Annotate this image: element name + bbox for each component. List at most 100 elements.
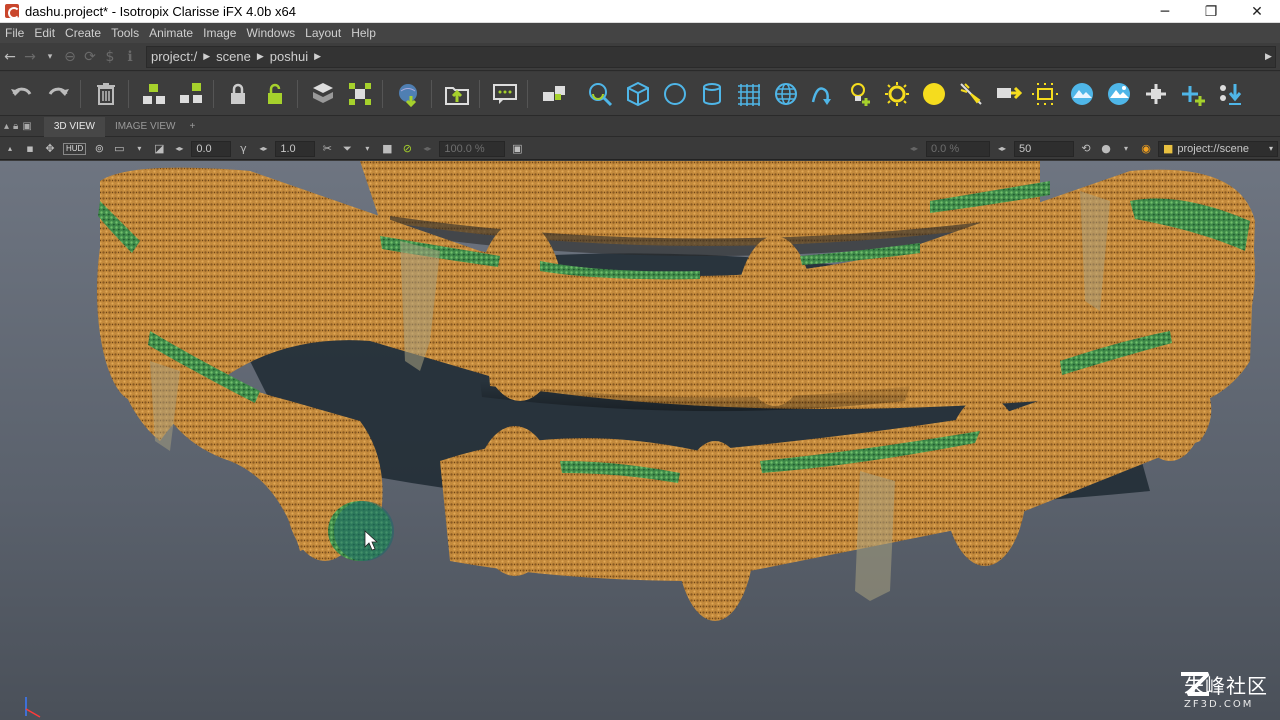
link-icon[interactable]: ⊖ xyxy=(60,46,80,68)
display-icon[interactable]: ▭ xyxy=(111,141,127,157)
refresh-view-icon[interactable]: ⟲ xyxy=(1078,141,1094,157)
camera-icon[interactable]: ■ xyxy=(379,141,395,157)
chevron-down-icon[interactable]: ▾ xyxy=(1118,141,1134,157)
menu-image[interactable]: Image xyxy=(198,26,241,40)
area-light-icon[interactable] xyxy=(1031,80,1059,108)
slider-arrows-icon[interactable]: ◂▸ xyxy=(994,141,1010,157)
ungroup-icon[interactable] xyxy=(177,80,205,108)
snapshot-icon[interactable]: ▣ xyxy=(509,141,525,157)
gamma-field[interactable]: 1.0 xyxy=(275,140,316,157)
path-icon[interactable] xyxy=(809,80,837,108)
grid-icon[interactable] xyxy=(735,80,763,108)
render-progress-field: 100.0 % xyxy=(439,140,506,157)
crumb-separator-icon[interactable]: ▶ xyxy=(201,52,212,62)
import-scene-icon[interactable] xyxy=(395,80,423,108)
arrow-up-icon[interactable]: ▴ xyxy=(2,141,18,157)
export-icon[interactable] xyxy=(443,80,471,108)
3d-viewport[interactable]: 朱峰社区 ZF3D.COM xyxy=(0,161,1280,720)
directional-light-icon[interactable] xyxy=(994,80,1022,108)
point-light-icon[interactable] xyxy=(920,80,948,108)
viewport-toolbar: ▴ ▪ ✥ HUD ⊚ ▭ ▾ ◪ ◂▸ 0.0 γ ◂▸ 1.0 ✂ ⏷ ▾ … xyxy=(0,138,1280,160)
refresh-icon[interactable]: ⟳ xyxy=(80,46,100,68)
castle-render xyxy=(25,161,1255,718)
combiner-icon[interactable] xyxy=(346,80,374,108)
rotate-view-icon[interactable] xyxy=(586,80,614,108)
unlock-icon[interactable] xyxy=(261,80,289,108)
instancer-icon[interactable] xyxy=(540,80,568,108)
minimize-button[interactable]: ─ xyxy=(1142,0,1188,23)
back-arrow-icon[interactable]: ← xyxy=(0,46,20,68)
menu-animate[interactable]: Animate xyxy=(144,26,198,40)
group-icon[interactable] xyxy=(140,80,168,108)
trash-icon[interactable] xyxy=(92,80,120,108)
exposure-field[interactable]: 0.0 xyxy=(191,140,232,157)
tools-icon[interactable]: ✂ xyxy=(319,141,335,157)
undo-icon[interactable] xyxy=(8,80,36,108)
menu-edit[interactable]: Edit xyxy=(29,26,60,40)
filter-icon[interactable]: ⏷ xyxy=(339,141,355,157)
pin-icon[interactable]: ▴ xyxy=(4,121,9,132)
crumb-separator-icon[interactable]: ▶ xyxy=(312,52,323,62)
camera-rig-icon[interactable] xyxy=(1142,80,1170,108)
viewport-tab-bar: ▴ 🔒︎ ▣ 3D VIEW IMAGE VIEW + xyxy=(0,116,1280,137)
context-selector[interactable]: ■ project://scene ▾ xyxy=(1158,140,1278,157)
samples-field[interactable]: 50 xyxy=(1014,140,1074,157)
hud-toggle[interactable]: HUD xyxy=(63,142,87,155)
spot-light-icon[interactable] xyxy=(957,80,985,108)
lock-icon[interactable] xyxy=(224,80,252,108)
gamma-icon[interactable]: γ xyxy=(235,141,251,157)
address-menu-icon[interactable]: ▶ xyxy=(1265,52,1275,62)
eye-icon[interactable]: ◉ xyxy=(1138,141,1154,157)
move-icon[interactable]: ✥ xyxy=(42,141,58,157)
globe-icon[interactable] xyxy=(772,80,800,108)
window-title: dashu.project* - Isotropix Clarisse iFX … xyxy=(25,3,296,19)
lock-view-icon[interactable]: 🔒︎ xyxy=(13,121,18,132)
sun-light-icon[interactable] xyxy=(883,80,911,108)
tab-image-view[interactable]: IMAGE VIEW xyxy=(105,117,186,137)
redo-icon[interactable] xyxy=(44,80,72,108)
crumb-poshui[interactable]: poshui xyxy=(266,49,312,64)
add-tab-button[interactable]: + xyxy=(186,117,200,137)
progressive-render-icon[interactable]: ⊘ xyxy=(399,141,415,157)
menu-create[interactable]: Create xyxy=(60,26,106,40)
sphere-icon[interactable] xyxy=(661,80,689,108)
environment-light-icon[interactable] xyxy=(1068,80,1096,108)
menu-help[interactable]: Help xyxy=(346,26,381,40)
info-icon[interactable]: ℹ xyxy=(120,46,140,68)
light-add-icon[interactable] xyxy=(846,80,874,108)
exposure-icon[interactable]: ◪ xyxy=(151,141,167,157)
context-icon[interactable] xyxy=(309,80,337,108)
cylinder-icon[interactable] xyxy=(698,80,726,108)
history-dropdown-icon[interactable]: ▾ xyxy=(40,46,60,68)
save-view-icon[interactable]: ▪ xyxy=(22,141,38,157)
chevron-down-icon[interactable]: ▾ xyxy=(131,141,147,157)
tab-3d-view[interactable]: 3D VIEW xyxy=(43,116,105,137)
title-bar: dashu.project* - Isotropix Clarisse iFX … xyxy=(0,0,1280,23)
dollar-icon[interactable]: $ xyxy=(100,46,120,68)
menu-layout[interactable]: Layout xyxy=(300,26,346,40)
forward-arrow-icon[interactable]: → xyxy=(20,46,40,68)
crumb-separator-icon[interactable]: ▶ xyxy=(255,52,266,62)
close-button[interactable]: ✕ xyxy=(1234,0,1280,23)
chevron-down-icon: ▾ xyxy=(1268,143,1273,153)
app-icon xyxy=(5,4,20,19)
watermark: 朱峰社区 ZF3D.COM xyxy=(1178,670,1268,710)
maximize-button[interactable]: ❐ xyxy=(1188,0,1234,23)
shading-icon[interactable]: ⊚ xyxy=(91,141,107,157)
menu-file[interactable]: File xyxy=(0,26,29,40)
console-icon[interactable] xyxy=(491,80,519,108)
slider-arrows-icon[interactable]: ◂▸ xyxy=(171,141,187,157)
crumb-project[interactable]: project:/ xyxy=(147,49,201,64)
render-mode-icon[interactable]: ● xyxy=(1098,141,1114,157)
breadcrumb[interactable]: project:/ ▶ scene ▶ poshui ▶ ▶ xyxy=(146,45,1276,68)
slider-arrows-icon[interactable]: ◂▸ xyxy=(255,141,271,157)
add-locator-icon[interactable] xyxy=(1179,80,1207,108)
cube-icon[interactable] xyxy=(624,80,652,108)
menu-windows[interactable]: Windows xyxy=(241,26,300,40)
crumb-scene[interactable]: scene xyxy=(212,49,255,64)
view-settings-icon[interactable]: ▣ xyxy=(22,121,31,132)
menu-tools[interactable]: Tools xyxy=(106,26,144,40)
chevron-down-icon[interactable]: ▾ xyxy=(359,141,375,157)
skylight-icon[interactable] xyxy=(1105,80,1133,108)
drop-to-ground-icon[interactable] xyxy=(1216,80,1244,108)
